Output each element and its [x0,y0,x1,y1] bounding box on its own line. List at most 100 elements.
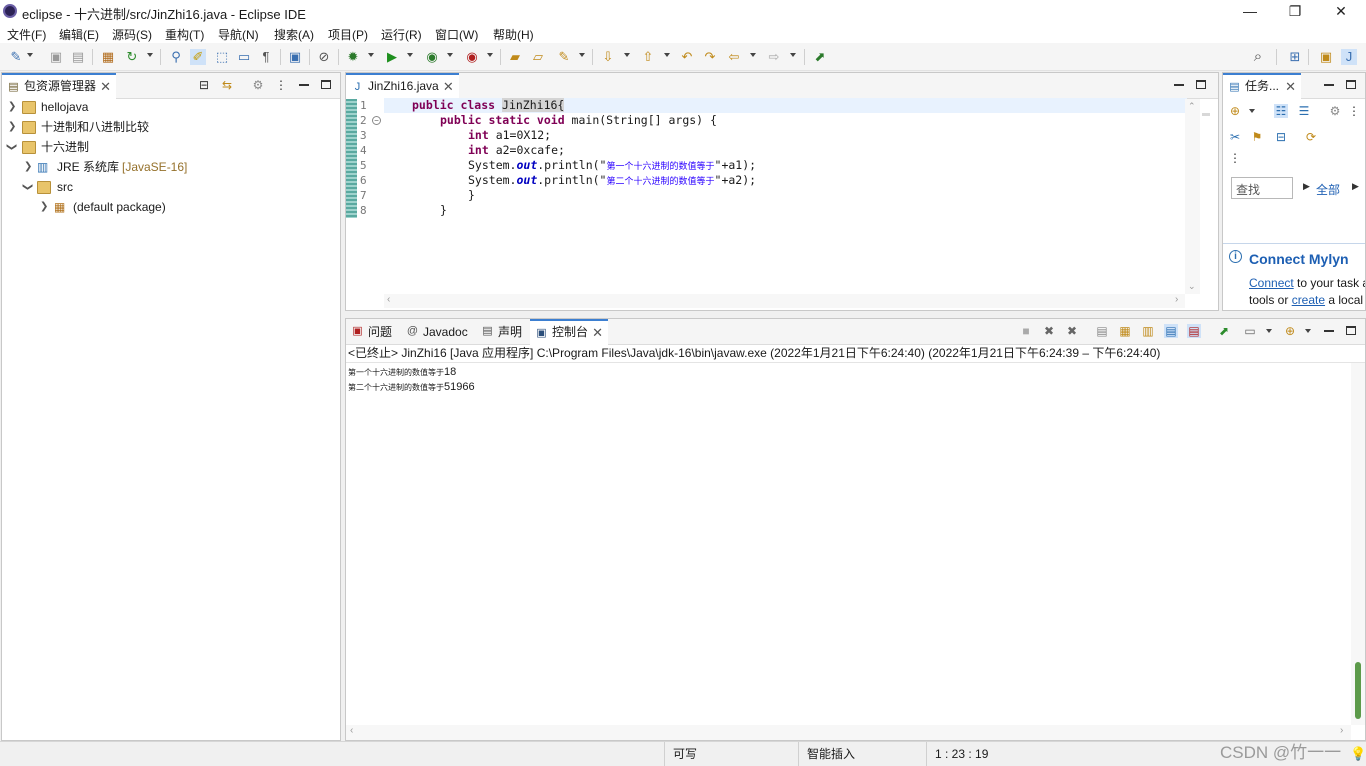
chevron-right-icon[interactable]: ▶ [1303,181,1310,192]
editor-vertical-scrollbar[interactable]: ⌃ ⌄ [1185,99,1200,294]
annotation-icon[interactable]: ⬚ [214,49,230,65]
console-vertical-scrollbar[interactable] [1351,363,1365,725]
terminate-icon[interactable]: ■ [1019,324,1033,338]
hide-completed-icon[interactable]: ⚑ [1250,130,1264,144]
tree-item-decimal-octal[interactable]: ❯ 十进制和八进制比较 [2,117,340,137]
tab-package-explorer[interactable]: ▤ 包资源管理器 ✕ [2,73,117,99]
menu-edit[interactable]: 编辑(E) [59,26,99,43]
find-input[interactable]: 查找 [1231,177,1293,199]
prev-annotation-dropdown-icon[interactable] [664,53,670,57]
lightbulb-icon[interactable]: 💡 [1350,746,1366,762]
close-button[interactable]: ✕ [1318,0,1364,23]
remove-all-launches-icon[interactable]: ✖ [1065,324,1079,338]
refresh-dropdown-icon[interactable] [147,53,153,57]
forward-icon[interactable]: ⇨ [766,49,782,65]
external-tools-icon[interactable]: ◉ [464,49,480,65]
filter-icon[interactable]: ⚙ [1328,104,1342,118]
new-dropdown-icon[interactable] [27,53,33,57]
external-tools-dropdown-icon[interactable] [487,53,493,57]
debug-icon[interactable]: ✹ [345,49,361,65]
save-all-icon[interactable]: ▤ [70,49,86,65]
minimize-view-icon[interactable] [299,84,309,86]
maximize-view-icon[interactable] [1346,326,1356,335]
code-editor[interactable]: public class JinZhi16{ public static voi… [412,98,1187,258]
forward-edit-icon[interactable]: ↷ [702,49,718,65]
collapse-all-icon[interactable]: ⊟ [197,78,211,92]
activate-all-link[interactable]: 全部 [1316,181,1340,198]
display-console-icon[interactable]: ▭ [1243,324,1257,338]
minimize-view-icon[interactable] [1324,330,1334,332]
save-icon[interactable]: ▣ [48,49,64,65]
connect-link[interactable]: Connect [1249,276,1294,290]
clear-console-icon[interactable]: ▤ [1095,324,1109,338]
tab-jinzhi16-java[interactable]: J JinZhi16.java ✕ [346,73,459,99]
chevron-right-icon[interactable]: ❯ [40,197,48,217]
more-icon[interactable]: ⋮ [1228,151,1242,165]
pen-dropdown-icon[interactable] [579,53,585,57]
block-select-icon[interactable]: ▭ [236,49,252,65]
filters-icon[interactable]: ⚙ [251,78,265,92]
create-link[interactable]: create [1292,293,1325,307]
maximize-view-icon[interactable] [321,80,331,89]
remove-launch-icon[interactable]: ✖ [1042,324,1056,338]
tree-item-default-package[interactable]: ❯ ▦ (default package) [2,197,340,217]
fold-collapse-icon[interactable]: − [372,116,381,125]
collapse-all-icon[interactable]: ⊟ [1274,130,1288,144]
menu-source[interactable]: 源码(S) [112,26,152,43]
prev-annotation-icon[interactable]: ⇧ [640,49,656,65]
search-task-icon[interactable]: ⚲ [168,49,184,65]
menu-search[interactable]: 搜索(A) [274,26,314,43]
word-wrap-icon[interactable]: ▥ [1141,324,1155,338]
back-icon[interactable]: ⇦ [726,49,742,65]
tab-problems[interactable]: ▣ 问题 [346,319,398,345]
menu-refactor[interactable]: 重构(T) [165,26,204,43]
show-on-stdout-icon[interactable]: ▤ [1164,324,1178,338]
new-task-dropdown-icon[interactable] [1249,109,1255,113]
menu-window[interactable]: 窗口(W) [435,26,478,43]
open-console-dropdown-icon[interactable] [1305,329,1311,333]
view-menu-icon[interactable]: ⋮ [274,78,288,92]
refresh-icon[interactable]: ↻ [124,49,140,65]
menu-navigate[interactable]: 导航(N) [218,26,259,43]
maximize-view-icon[interactable] [1196,80,1206,89]
categorized-icon[interactable]: ☷ [1274,104,1288,118]
java-perspective-icon[interactable]: J [1341,49,1357,65]
maximize-view-icon[interactable] [1346,80,1356,89]
view-menu-icon[interactable]: ⋮ [1347,104,1361,118]
show-whitespace-icon[interactable]: ¶ [258,49,274,65]
minimize-button[interactable]: — [1227,0,1273,23]
search-icon[interactable]: ⌕ [1250,49,1266,65]
restore-button[interactable]: ❐ [1272,0,1318,23]
menu-help[interactable]: 帮助(H) [493,26,534,43]
open-perspective-icon[interactable]: ⊞ [1287,49,1303,65]
minimize-view-icon[interactable] [1174,84,1184,86]
chevron-down-icon[interactable]: ❯ [1,143,21,151]
new-icon[interactable]: ✎ [8,49,24,65]
coverage-dropdown-icon[interactable] [447,53,453,57]
run-icon[interactable]: ▶ [384,49,400,65]
chevron-down-icon[interactable]: ❯ [17,183,37,191]
pin-console-icon[interactable]: ⬈ [1217,324,1231,338]
new-task-icon[interactable]: ⊕ [1228,104,1242,118]
scroll-lock-icon[interactable]: ▦ [1118,324,1132,338]
menu-file[interactable]: 文件(F) [7,26,46,43]
tree-item-jre-library[interactable]: ❯ ▥ JRE 系统库 [JavaSE-16] [2,157,340,177]
scheduled-icon[interactable]: ☰ [1297,104,1311,118]
run-dropdown-icon[interactable] [407,53,413,57]
tab-declaration[interactable]: ▤ 声明 [476,319,528,345]
java-ee-perspective-icon[interactable]: ▣ [1318,49,1334,65]
console-output[interactable]: 第一个十六进制的数值等于18 第二个十六进制的数值等于51966 [348,364,1338,724]
focus-icon[interactable]: ✂ [1228,130,1242,144]
forward-dropdown-icon[interactable] [790,53,796,57]
tab-task-list[interactable]: ▤ 任务... ✕ [1223,73,1301,99]
open-folder-icon[interactable]: ▱ [530,49,546,65]
close-icon[interactable]: ✕ [592,321,603,344]
chevron-right-icon[interactable]: ❯ [8,97,16,117]
pin-editor-icon[interactable]: ⬈ [812,49,828,65]
highlight-icon[interactable]: ✐ [190,49,206,65]
open-type-icon[interactable]: ▦ [100,49,116,65]
close-icon[interactable]: ✕ [1285,75,1296,98]
back-dropdown-icon[interactable] [750,53,756,57]
last-edit-icon[interactable]: ↶ [679,49,695,65]
debug-dropdown-icon[interactable] [368,53,374,57]
